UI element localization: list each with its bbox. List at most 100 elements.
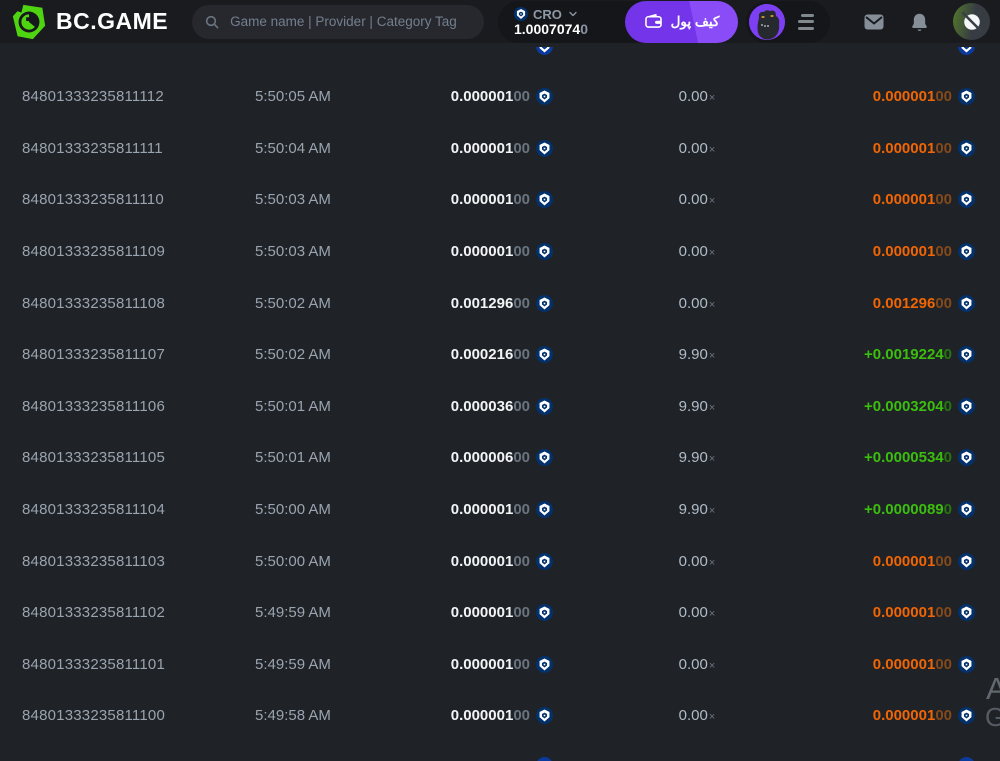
monster-avatar-icon	[749, 3, 785, 40]
cro-coin-icon	[958, 243, 975, 261]
search-icon	[205, 15, 219, 28]
currency-selector[interactable]: CRO 1.00070740	[498, 5, 594, 39]
bet-payout: +0.00000890	[822, 501, 975, 519]
bet-multiplier: 9.90×	[678, 346, 716, 364]
bet-amount: 0.00000100	[382, 139, 572, 157]
table-row[interactable]: 84801333235811111 5:50:04 AM 0.00000100 …	[0, 123, 1000, 175]
balance-value: 1.00070740	[514, 20, 588, 37]
chevron-down-icon	[569, 11, 577, 17]
table-row[interactable]: 84801333235811105 5:50:01 AM 0.00000600 …	[0, 432, 1000, 484]
bet-amount: 0.00000100	[382, 552, 572, 570]
cro-coin-icon	[514, 7, 528, 21]
table-row[interactable]: 84801333235811110 5:50:03 AM 0.00000100 …	[0, 174, 1000, 226]
bet-time: 5:50:03 AM	[255, 191, 331, 209]
table-row[interactable]: 84801333235811112 5:50:05 AM 0.00000100 …	[0, 71, 1000, 123]
chat-toggle-button[interactable]	[953, 3, 990, 40]
bet-payout: +0.00192240	[822, 346, 975, 364]
bet-multiplier: 0.00×	[678, 88, 716, 106]
cro-coin-icon	[958, 139, 975, 157]
table-row[interactable]: 84801333235811101 5:49:59 AM 0.00000100 …	[0, 639, 1000, 691]
bc-game-screen: BC.GAME CRO	[0, 0, 1000, 761]
cro-coin-icon	[536, 191, 553, 209]
bet-id: 84801333235811112	[22, 88, 164, 106]
bet-time: 5:49:58 AM	[255, 707, 331, 725]
cro-coin-icon	[536, 346, 553, 364]
bet-id: 84801333235811103	[22, 552, 165, 570]
search-bar[interactable]	[192, 4, 485, 39]
cro-coin-icon	[959, 757, 974, 761]
search-input[interactable]	[228, 13, 473, 30]
bet-multiplier: 9.90×	[678, 397, 716, 415]
avatar[interactable]	[749, 3, 785, 40]
bet-amount: 0.00000100	[382, 604, 572, 622]
table-row[interactable]: 84801333235811109 5:50:03 AM 0.00000100 …	[0, 226, 1000, 278]
wallet-button[interactable]: کیف پول	[625, 0, 738, 43]
cro-coin-icon	[536, 243, 553, 261]
bet-amount: 0.00000600	[382, 449, 572, 467]
bet-payout: 0.00000100	[822, 191, 975, 209]
bet-multiplier: 0.00×	[678, 191, 716, 209]
table-row[interactable]: 84801333235811108 5:50:02 AM 0.00129600 …	[0, 277, 1000, 329]
menu-icon[interactable]	[794, 10, 818, 34]
cro-coin-icon	[536, 501, 553, 519]
cro-coin-icon	[958, 552, 975, 570]
bet-time: 5:50:02 AM	[255, 346, 331, 364]
bet-payout: 0.00129600	[822, 294, 975, 312]
table-row[interactable]: 84801333235811102 5:49:59 AM 0.00000100 …	[0, 587, 1000, 639]
bet-payout: 0.00000100	[822, 604, 975, 622]
edge-overlay-text: G	[985, 702, 1000, 732]
bet-multiplier: 9.90×	[678, 449, 716, 467]
bet-id: 84801333235811100	[22, 707, 165, 725]
bet-id: 84801333235811107	[22, 346, 165, 364]
bet-id: 84801333235811110	[22, 191, 164, 209]
bet-payout: 0.00000100	[822, 139, 975, 157]
notifications-icon[interactable]	[907, 10, 931, 34]
bet-multiplier: 0.00×	[678, 604, 716, 622]
header-actions: CRO 1.00070740 کیف پول	[498, 0, 990, 43]
bet-time: 5:50:01 AM	[255, 449, 331, 467]
bet-time: 5:50:01 AM	[255, 397, 331, 415]
table-row[interactable]: 84801333235811100 5:49:58 AM 0.00000100 …	[0, 690, 1000, 742]
table-row[interactable]: 84801333235811107 5:50:02 AM 0.00021600 …	[0, 329, 1000, 381]
logo[interactable]: BC.GAME	[10, 2, 168, 41]
cro-coin-icon	[958, 47, 975, 55]
cro-coin-icon	[536, 655, 553, 673]
bet-time: 5:49:59 AM	[255, 655, 331, 673]
bet-id: 84801333235811104	[22, 501, 165, 519]
bets-rows: 84801333235811112 5:50:05 AM 0.00000100 …	[0, 71, 1000, 742]
bet-id: 84801333235811111	[22, 139, 163, 157]
bet-amount: 0.00000100	[382, 707, 572, 725]
wallet-group: CRO 1.00070740 کیف پول	[498, 0, 738, 43]
bet-time: 5:50:02 AM	[255, 294, 331, 312]
bet-amount: 0.00021600	[382, 346, 572, 364]
cro-coin-icon	[536, 294, 553, 312]
bet-multiplier: 9.90×	[678, 501, 716, 519]
bet-multiplier: 0.00×	[678, 243, 716, 261]
bet-id: 84801333235811102	[22, 604, 165, 622]
mail-icon[interactable]	[862, 10, 886, 34]
bet-multiplier: 0.00×	[678, 139, 716, 157]
bet-id: 84801333235811105	[22, 449, 165, 467]
bet-time: 5:49:59 AM	[255, 604, 331, 622]
bet-time: 5:50:05 AM	[255, 88, 331, 106]
bet-payout: 0.00000100	[822, 243, 975, 261]
bet-multiplier: 0.00×	[678, 552, 716, 570]
bet-multiplier: 0.00×	[678, 655, 716, 673]
bets-table: 84801333235811112 5:50:05 AM 0.00000100 …	[0, 43, 1000, 761]
cro-coin-icon	[958, 501, 975, 519]
bet-multiplier: 0.00×	[678, 707, 716, 725]
cro-coin-icon	[958, 397, 975, 415]
table-row[interactable]: 84801333235811104 5:50:00 AM 0.00000100 …	[0, 484, 1000, 536]
bet-amount: 0.00000100	[382, 501, 572, 519]
bet-payout: +0.00032040	[822, 397, 975, 415]
table-row[interactable]: 84801333235811103 5:50:00 AM 0.00000100 …	[0, 535, 1000, 587]
table-row[interactable]: 84801333235811106 5:50:01 AM 0.00003600 …	[0, 381, 1000, 433]
cro-coin-icon	[536, 449, 553, 467]
cro-coin-icon	[536, 397, 553, 415]
cro-coin-icon	[536, 707, 553, 725]
bet-amount: 0.00000100	[382, 655, 572, 673]
cro-coin-icon	[536, 88, 553, 106]
bet-id: 84801333235811106	[22, 397, 165, 415]
cro-coin-icon	[537, 757, 552, 761]
bet-amount: 0.00129600	[382, 294, 572, 312]
